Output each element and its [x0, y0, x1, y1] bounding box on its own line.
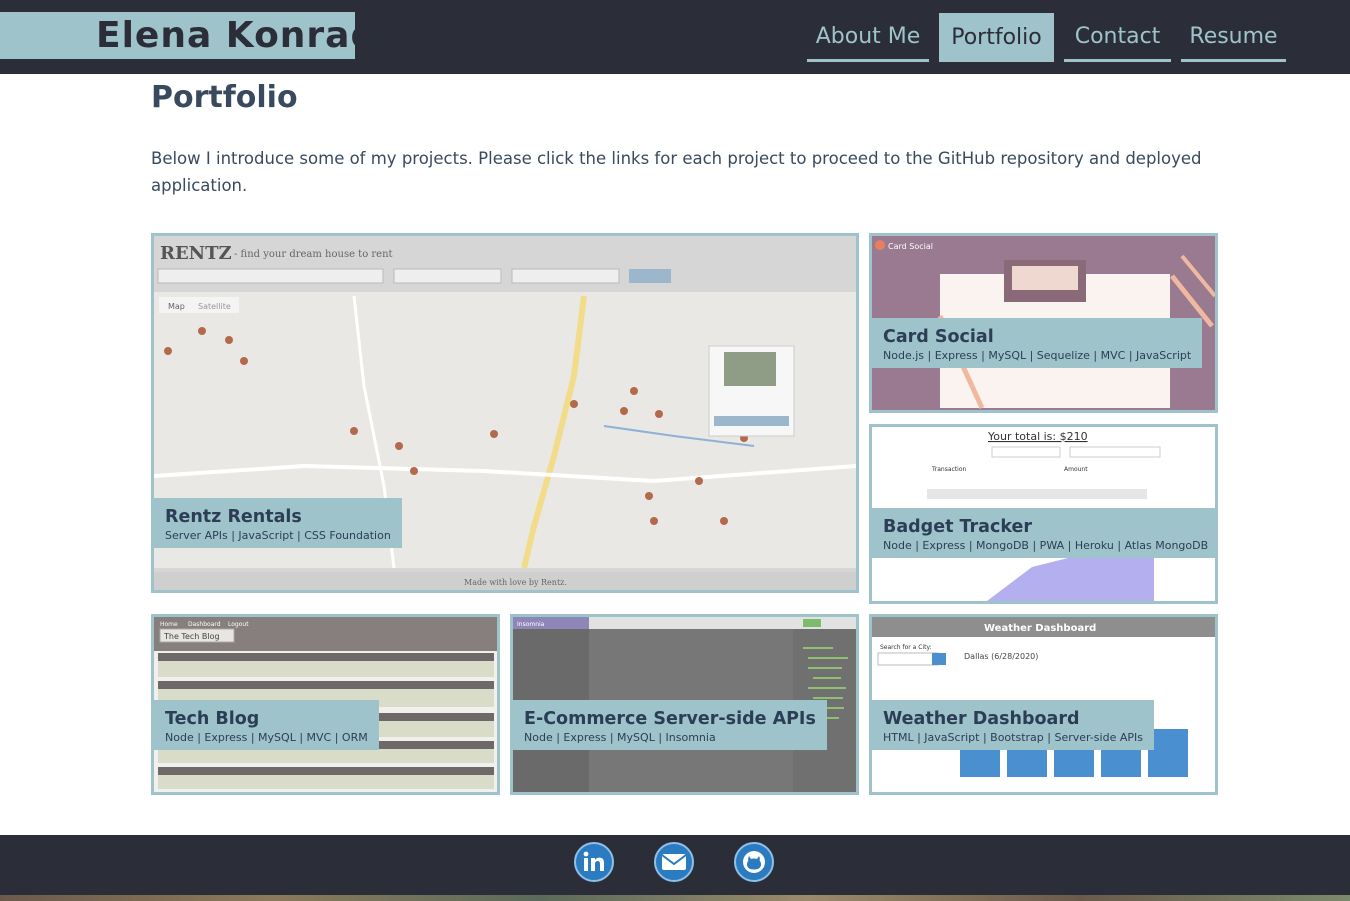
project-caption: Card Social Node.js | Express | MySQL | …: [872, 318, 1203, 368]
project-title[interactable]: E-Commerce Server-side APIs: [524, 709, 816, 729]
project-tech: Node.js | Express | MySQL | Sequelize | …: [883, 349, 1192, 362]
project-title[interactable]: Card Social: [883, 327, 1191, 347]
page-title: Portfolio: [151, 80, 298, 115]
project-caption: Tech Blog Node | Express | MySQL | MVC |…: [154, 700, 379, 750]
site-brand[interactable]: Elena Konradi: [0, 12, 390, 59]
project-title[interactable]: Tech Blog: [165, 709, 368, 729]
nav-resume[interactable]: Resume: [1181, 13, 1286, 62]
shot-footer: Made with love by Rentz.: [464, 578, 567, 587]
project-tech: Node | Express | MySQL | MVC | ORM: [165, 731, 368, 744]
project-tech: Node | Express | MySQL | Insomnia: [524, 731, 716, 744]
shot-tagline: - find your dream house to rent: [234, 249, 393, 260]
shot-app-name: Insomnia: [517, 621, 545, 628]
project-title[interactable]: Badget Tracker: [883, 517, 1208, 537]
background-image-strip: [0, 895, 1350, 901]
shot-total: Your total is: $210: [987, 430, 1088, 443]
github-icon[interactable]: [734, 842, 774, 882]
project-card-badget-tracker[interactable]: Your total is: $210 Transaction Amount B…: [869, 424, 1218, 604]
shot-nav-logout: Logout: [228, 621, 249, 628]
site-header: Elena Konradi About Me Portfolio Contact…: [0, 0, 1350, 74]
project-tech: Node | Express | MongoDB | PWA | Heroku …: [883, 539, 1209, 552]
shot-nav-dashboard: Dashboard: [188, 621, 221, 628]
project-caption: Weather Dashboard HTML | JavaScript | Bo…: [872, 700, 1154, 750]
shot-header: Weather Dashboard: [984, 623, 1096, 634]
shot-col-2: Amount: [1064, 466, 1088, 473]
project-caption: E-Commerce Server-side APIs Node | Expre…: [513, 700, 827, 750]
shot-nav-home: Home: [160, 621, 178, 628]
project-tech: Server APIs | JavaScript | CSS Foundatio…: [165, 529, 391, 542]
shot-logo: RENTZ: [160, 243, 232, 264]
shot-col-1: Transaction: [931, 466, 967, 473]
project-tech: HTML | JavaScript | Bootstrap | Server-s…: [883, 731, 1143, 744]
nav-portfolio[interactable]: Portfolio: [939, 13, 1054, 62]
shot-map-tab-map: Map: [168, 302, 185, 311]
shot-map-tab-satellite: Satellite: [198, 302, 231, 311]
project-card-weather-dashboard[interactable]: Weather Dashboard Search for a City: Dal…: [869, 614, 1218, 795]
project-card-rentz[interactable]: RENTZ - find your dream house to rent Ma…: [151, 233, 859, 593]
project-card-tech-blog[interactable]: Home Dashboard Logout The Tech Blog Tech…: [151, 614, 500, 795]
shot-city: Dallas (6/28/2020): [964, 652, 1038, 661]
email-icon[interactable]: [654, 842, 694, 882]
project-card-card-social[interactable]: Card Social Card Social Node.js | Expres…: [869, 233, 1218, 413]
project-caption: Badget Tracker Node | Express | MongoDB …: [872, 508, 1215, 558]
nav-contact[interactable]: Contact: [1064, 13, 1171, 62]
project-title[interactable]: Rentz Rentals: [165, 507, 391, 527]
intro-text: Below I introduce some of my projects. P…: [151, 149, 1202, 195]
nav-about-me[interactable]: About Me: [807, 13, 929, 62]
project-caption: Rentz Rentals Server APIs | JavaScript |…: [154, 498, 402, 548]
shot-title: Card Social: [888, 242, 933, 251]
project-title[interactable]: Weather Dashboard: [883, 709, 1143, 729]
shot-brand: The Tech Blog: [163, 632, 220, 641]
shot-search-label: Search for a City:: [880, 644, 932, 651]
linkedin-icon[interactable]: [574, 842, 614, 882]
project-card-e-commerce[interactable]: Insomnia E-Commerce Server-side APIs Nod…: [510, 614, 859, 795]
